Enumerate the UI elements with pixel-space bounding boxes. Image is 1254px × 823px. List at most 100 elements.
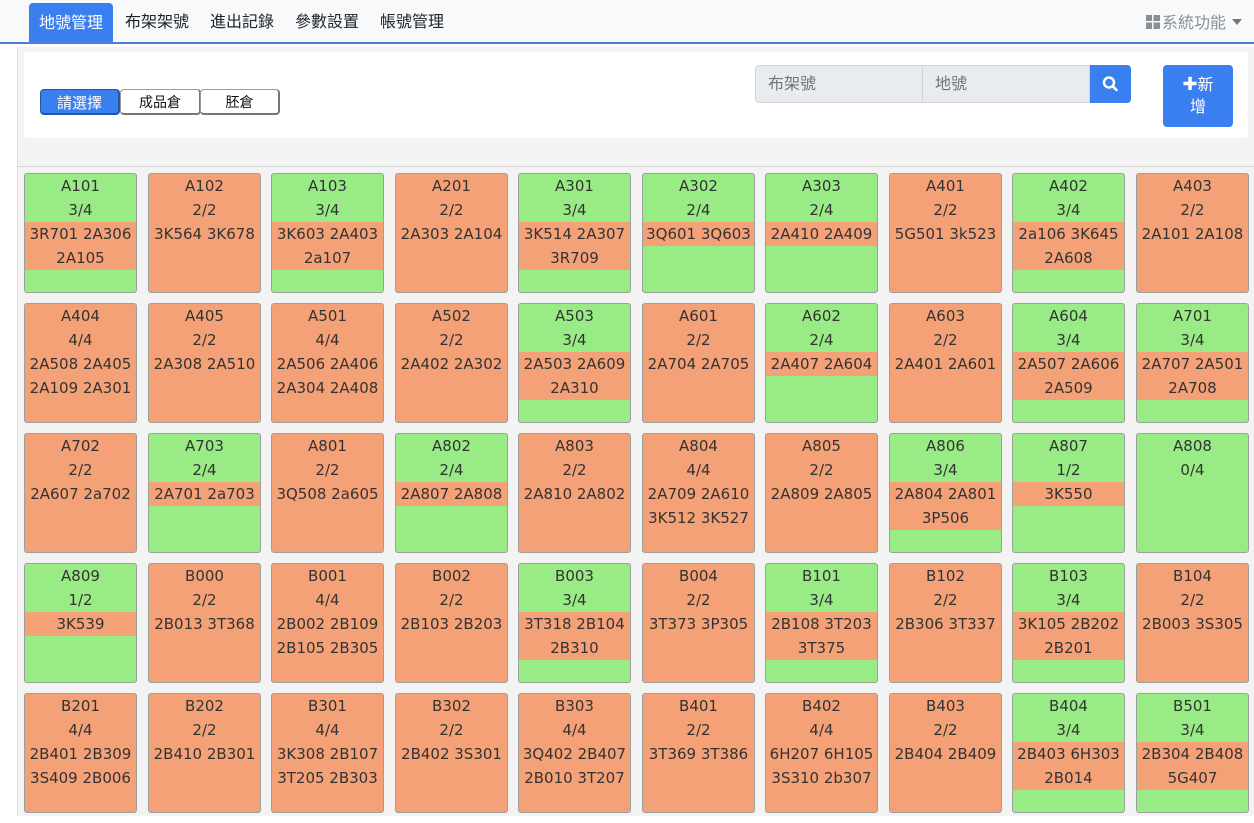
slot-name: B004	[679, 567, 718, 585]
slot-item-line: 2A303 2A104	[400, 225, 503, 243]
slot-item-line: 3Q601 3Q603	[646, 225, 751, 243]
add-button[interactable]: ✚新 增	[1163, 65, 1233, 127]
slot-item-line: 2a106 3K645	[1018, 225, 1119, 243]
tab-parameter-settings[interactable]: 參數設置	[288, 0, 366, 42]
slot-items: 2A410 2A409	[766, 222, 877, 246]
slot-card[interactable]: A703 2/4 2A701 2a703	[148, 433, 261, 553]
slot-item-line: 2B306 3T337	[895, 615, 996, 633]
lot-number-input[interactable]: 地號	[922, 65, 1090, 103]
slot-item-line: 2A402 2A302	[400, 355, 503, 373]
slot-name: B501	[1173, 697, 1212, 715]
slot-card[interactable]: B202 2/2 2B410 2B301	[148, 693, 261, 813]
slot-card[interactable]: A405 2/2 2A308 2A510	[148, 303, 261, 423]
slot-card[interactable]: A802 2/4 2A807 2A808	[395, 433, 508, 553]
slot-card[interactable]: B501 3/4 2B304 2B408 5G407	[1136, 693, 1249, 813]
tab-account-management[interactable]: 帳號管理	[373, 0, 451, 42]
slot-card[interactable]: B001 4/4 2B002 2B109 2B105 2B305	[271, 563, 384, 683]
slot-items: 2A407 2A604	[766, 352, 877, 376]
slot-card[interactable]: A702 2/2 2A607 2a702	[24, 433, 137, 553]
slot-card[interactable]: B302 2/2 2B402 3S301	[395, 693, 508, 813]
slot-card[interactable]: B103 3/4 3K105 2B202 2B201	[1012, 563, 1125, 683]
rack-number-input[interactable]: 布架號	[755, 65, 923, 103]
slot-card[interactable]: A701 3/4 2A707 2A501 2A708	[1136, 303, 1249, 423]
plus-icon: ✚	[1182, 74, 1198, 95]
slot-items: 3Q601 3Q603	[643, 222, 754, 246]
slot-card[interactable]: A103 3/4 3K603 2A403 2a107	[271, 173, 384, 293]
slot-items: 2A308 2A510	[149, 352, 260, 376]
slot-card[interactable]: A402 3/4 2a106 3K645 2A608	[1012, 173, 1125, 293]
search-button[interactable]	[1090, 65, 1131, 103]
slot-item-line: 2A109 2A301	[29, 379, 132, 397]
slot-card[interactable]: A101 3/4 3R701 2A306 2A105	[24, 173, 137, 293]
slot-count: 2/2	[192, 201, 217, 219]
slot-card[interactable]: A804 4/4 2A709 2A610 3K512 3K527	[642, 433, 755, 553]
slot-item-line: 3P506	[921, 509, 970, 527]
slot-card[interactable]: A404 4/4 2A508 2A405 2A109 2A301	[24, 303, 137, 423]
slot-card[interactable]: B303 4/4 3Q402 2B407 2B010 3T207	[518, 693, 631, 813]
tab-rack-number[interactable]: 布架架號	[118, 0, 196, 42]
slot-count: 2/2	[315, 461, 340, 479]
slot-item-line: 2A608	[1044, 249, 1093, 267]
slot-name: A809	[61, 567, 100, 585]
slot-count: 3/4	[562, 591, 587, 609]
slot-card[interactable]: A602 2/4 2A407 2A604	[765, 303, 878, 423]
slot-card[interactable]: B004 2/2 3T373 3P305	[642, 563, 755, 683]
slot-card[interactable]: A803 2/2 2A810 2A802	[518, 433, 631, 553]
tab-in-out-records[interactable]: 進出記錄	[203, 0, 281, 42]
slot-count: 2/2	[686, 331, 711, 349]
slot-items: 2A810 2A802	[519, 482, 630, 506]
slot-item-line: 2A410 2A409	[770, 225, 873, 243]
slot-count: 2/4	[809, 201, 834, 219]
slot-item-line: 2B310	[550, 639, 599, 657]
slot-card[interactable]: B104 2/2 2B003 3S305	[1136, 563, 1249, 683]
slot-card[interactable]: A503 3/4 2A503 2A609 2A310	[518, 303, 631, 423]
filter-all[interactable]: 請選擇	[40, 89, 120, 115]
slot-card[interactable]: A401 2/2 5G501 3k523	[889, 173, 1002, 293]
slot-items: 3Q402 2B407 2B010 3T207	[519, 742, 630, 790]
slot-name: B000	[185, 567, 224, 585]
slot-item-line: 3S409 2B006	[30, 769, 131, 787]
slot-card[interactable]: A801 2/2 3Q508 2a605	[271, 433, 384, 553]
slot-card[interactable]: A501 4/4 2A506 2A406 2A304 2A408	[271, 303, 384, 423]
slot-card[interactable]: B403 2/2 2B404 2B409	[889, 693, 1002, 813]
slot-card[interactable]: A302 2/4 3Q601 3Q603	[642, 173, 755, 293]
slot-card[interactable]: B003 3/4 3T318 2B104 2B310	[518, 563, 631, 683]
slot-card[interactable]: B102 2/2 2B306 3T337	[889, 563, 1002, 683]
slot-name: B404	[1049, 697, 1088, 715]
tab-lot-management[interactable]: 地號管理	[29, 3, 113, 42]
slot-card[interactable]: A201 2/2 2A303 2A104	[395, 173, 508, 293]
slot-card[interactable]: A808 0/4	[1136, 433, 1249, 553]
slot-card[interactable]: A303 2/4 2A410 2A409	[765, 173, 878, 293]
system-menu[interactable]: 系統功能	[1145, 0, 1242, 44]
slot-count: 1/2	[68, 591, 93, 609]
slot-items: 2B304 2B408 5G407	[1137, 742, 1248, 790]
slot-card[interactable]: A502 2/2 2A402 2A302	[395, 303, 508, 423]
slot-card[interactable]: A403 2/2 2A101 2A108	[1136, 173, 1249, 293]
filter-greige-warehouse[interactable]: 胚倉	[200, 89, 280, 115]
slot-item-line: 3K512 3K527	[648, 509, 749, 527]
slot-card[interactable]: B000 2/2 2B013 3T368	[148, 563, 261, 683]
slot-card[interactable]: A604 3/4 2A507 2A606 2A509	[1012, 303, 1125, 423]
slot-name: A602	[802, 307, 841, 325]
slot-card[interactable]: B404 3/4 2B403 6H303 2B014	[1012, 693, 1125, 813]
slot-card[interactable]: B402 4/4 6H207 6H105 3S310 2b307	[765, 693, 878, 813]
slot-card[interactable]: B101 3/4 2B108 3T203 3T375	[765, 563, 878, 683]
slot-card[interactable]: B002 2/2 2B103 2B203	[395, 563, 508, 683]
slot-item-line: 2A807 2A808	[400, 485, 503, 503]
slot-card[interactable]: B301 4/4 3K308 2B107 3T205 2B303	[271, 693, 384, 813]
slot-card[interactable]: A102 2/2 3K564 3K678	[148, 173, 261, 293]
slot-card[interactable]: A806 3/4 2A804 2A801 3P506	[889, 433, 1002, 553]
slot-card[interactable]: B201 4/4 2B401 2B309 3S409 2B006	[24, 693, 137, 813]
slot-card[interactable]: A805 2/2 2A809 2A805	[765, 433, 878, 553]
slot-card[interactable]: B401 2/2 3T369 3T386	[642, 693, 755, 813]
slot-card[interactable]: A809 1/2 3K539	[24, 563, 137, 683]
filter-finished-warehouse[interactable]: 成品倉	[120, 89, 201, 115]
slot-name: A807	[1049, 437, 1088, 455]
slot-card[interactable]: A601 2/2 2A704 2A705	[642, 303, 755, 423]
slot-card[interactable]: A301 3/4 3K514 2A307 3R709	[518, 173, 631, 293]
slot-card[interactable]: A807 1/2 3K550	[1012, 433, 1125, 553]
slot-items: 2B013 3T368	[149, 612, 260, 636]
slot-count: 0/4	[1180, 461, 1205, 479]
slot-card[interactable]: A603 2/2 2A401 2A601	[889, 303, 1002, 423]
slot-count: 3/4	[1056, 201, 1081, 219]
